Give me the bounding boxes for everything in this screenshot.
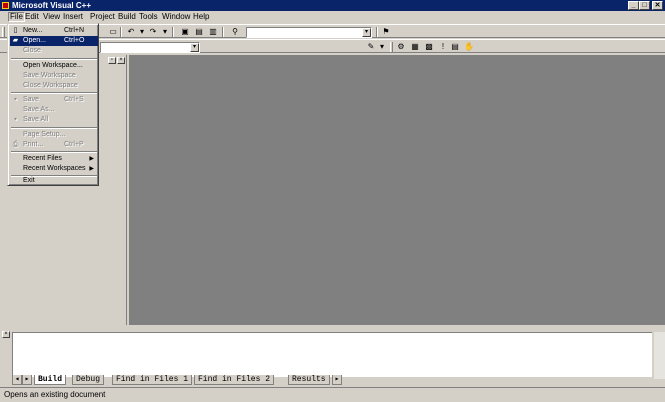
tab-debug[interactable]: Debug <box>72 375 105 385</box>
file-menu-recent-files[interactable]: Recent Files ▶ <box>10 154 98 164</box>
panel-close-icon[interactable]: × <box>117 57 125 64</box>
file-menu-save: ▪ Save Ctrl+S <box>10 95 98 105</box>
window-list-icon[interactable]: ▥ <box>208 27 218 36</box>
go-icon[interactable]: ▤ <box>450 42 460 51</box>
file-menu-save-as: Save As... <box>23 106 55 113</box>
file-menu-exit[interactable]: Exit <box>10 176 98 186</box>
app-icon <box>2 2 9 9</box>
open-folder-icon: ▰ <box>12 37 19 44</box>
new-doc-icon: ▯ <box>13 27 18 34</box>
members-combo[interactable]: ▾ <box>100 42 200 53</box>
file-menu-recent-workspaces[interactable]: Recent Workspaces ▶ <box>10 164 98 174</box>
menu-separator <box>11 151 97 153</box>
menu-project[interactable]: Project <box>89 12 116 22</box>
file-menu-open[interactable]: ▰ Open... Ctrl+O <box>10 36 98 46</box>
menu-build[interactable]: Build <box>117 12 137 22</box>
tab-results[interactable]: Results <box>288 375 330 385</box>
find-in-files-icon[interactable]: ⚲ <box>230 27 240 36</box>
menu-bar: File Edit View Insert Project Build Tool… <box>0 11 665 23</box>
tab-more-icon[interactable]: ▸ <box>332 375 342 385</box>
file-menu-print: ⎙ Print... Ctrl+P <box>12 141 84 148</box>
output-pane: × ◂ ▸ Build Debug Find in Files 1 Find i… <box>0 325 665 387</box>
submenu-arrow-icon: ▶ <box>89 156 94 162</box>
file-menu-dropdown: ▯ New... Ctrl+N ▰ Open... Ctrl+O Close O… <box>7 23 99 186</box>
redo-icon[interactable]: ↷ <box>148 27 158 36</box>
tab-find-in-files-1[interactable]: Find in Files 1 <box>112 375 193 385</box>
toolbar-separator <box>376 27 378 37</box>
toolbar-grip[interactable] <box>390 42 393 52</box>
menu-edit[interactable]: Edit <box>24 12 40 22</box>
file-menu-close-workspace: Close Workspace <box>23 82 78 89</box>
undo-dropdown-icon[interactable]: ▾ <box>137 27 147 36</box>
minimize-button[interactable]: _ <box>628 1 639 10</box>
save-icon: ▪ <box>14 96 17 103</box>
menu-help[interactable]: Help <box>192 12 210 22</box>
menu-separator <box>11 92 97 94</box>
mdi-client-area[interactable] <box>129 55 665 325</box>
stop-build-icon[interactable]: ▩ <box>424 42 434 51</box>
output-close-icon[interactable]: × <box>2 331 10 338</box>
menu-window[interactable]: Window <box>161 12 191 22</box>
wizard-actions-icon[interactable]: ✎ <box>366 42 376 51</box>
status-text: Opens an existing document <box>4 390 106 399</box>
menu-file[interactable]: File <box>8 12 25 22</box>
panel-restore-icon[interactable]: ▫ <box>108 57 116 64</box>
tab-build[interactable]: Build <box>34 375 67 385</box>
file-menu-new[interactable]: ▯ New... Ctrl+N <box>10 26 98 36</box>
save-all-icon: ▪ <box>14 116 17 123</box>
menu-insert[interactable]: Insert <box>62 12 84 22</box>
toolbar-separator <box>172 27 174 37</box>
file-menu-close: Close <box>23 47 41 54</box>
tab-scroll-left-icon[interactable]: ◂ <box>12 375 22 385</box>
wizard-dropdown-icon[interactable]: ▾ <box>377 42 387 51</box>
menu-tools[interactable]: Tools <box>138 12 159 22</box>
compile-icon[interactable]: ⚙ <box>396 42 406 51</box>
build-toolbar: ▾ ✎ ▾ ⚙ ▦ ▩ ! ▤ ✋ <box>0 39 665 53</box>
execute-icon[interactable]: ! <box>438 42 448 51</box>
output-vertical-scrollbar[interactable] <box>654 332 665 379</box>
copy-icon[interactable]: ▭ <box>108 27 118 36</box>
menu-view[interactable]: View <box>42 12 61 22</box>
menu-separator <box>11 58 97 60</box>
output-window-icon[interactable]: ▤ <box>194 27 204 36</box>
tab-find-in-files-2[interactable]: Find in Files 2 <box>194 375 275 385</box>
output-tab-row: ◂ ▸ Build Debug Find in Files 1 Find in … <box>12 375 612 386</box>
tab-scroll-right-icon[interactable]: ▸ <box>22 375 32 385</box>
maximize-button[interactable]: □ <box>639 1 650 10</box>
submenu-arrow-icon: ▶ <box>89 166 94 172</box>
file-menu-save-workspace: Save Workspace <box>23 72 76 79</box>
file-menu-open-workspace[interactable]: Open Workspace... <box>10 61 98 71</box>
standard-toolbar: ▭ ↶ ▾ ↷ ▾ ▣ ▤ ▥ ⚲ ▾ ⚑ <box>0 24 665 38</box>
chevron-down-icon[interactable]: ▾ <box>362 28 371 37</box>
build-icon[interactable]: ▦ <box>410 42 420 51</box>
toolbar-grip[interactable] <box>2 27 5 37</box>
workspace-window-icon[interactable]: ▣ <box>180 27 190 36</box>
file-menu-page-setup: Page Setup... <box>23 131 66 138</box>
window-title: Microsoft Visual C++ <box>12 1 91 10</box>
title-bar: Microsoft Visual C++ _ □ ✕ <box>0 0 665 11</box>
toolbar-separator <box>222 27 224 37</box>
breakpoint-icon[interactable]: ✋ <box>464 42 474 51</box>
chevron-down-icon[interactable]: ▾ <box>190 43 199 52</box>
redo-dropdown-icon[interactable]: ▾ <box>160 27 170 36</box>
close-button[interactable]: ✕ <box>652 1 663 10</box>
file-menu-save-all: ▪ Save All <box>10 115 98 125</box>
output-text-area[interactable] <box>12 332 652 377</box>
find-icon[interactable]: ⚑ <box>381 27 391 36</box>
status-bar: Opens an existing document <box>0 387 665 402</box>
undo-icon[interactable]: ↶ <box>126 27 136 36</box>
menu-separator <box>11 127 97 129</box>
toolbar-separator <box>120 27 122 37</box>
find-combo[interactable]: ▾ <box>246 27 372 38</box>
print-icon: ⎙ <box>12 141 19 148</box>
